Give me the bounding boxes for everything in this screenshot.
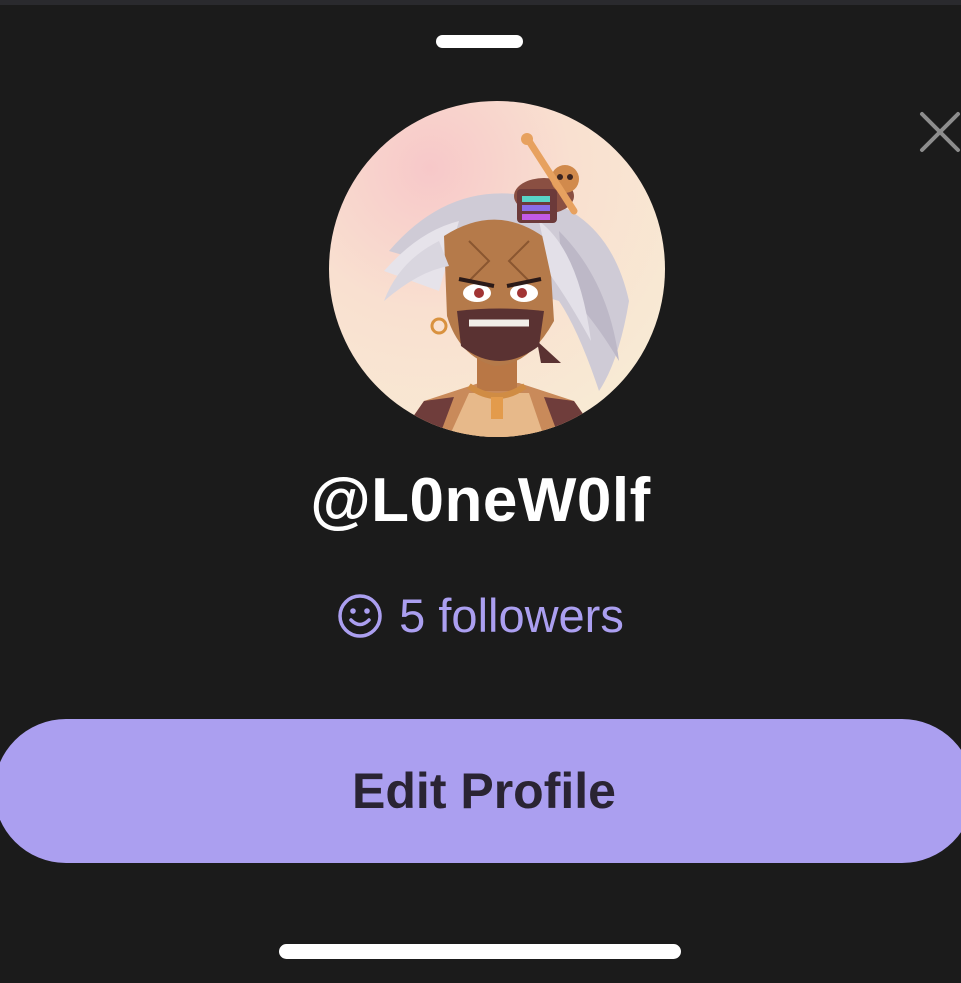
smiley-icon	[338, 593, 382, 638]
close-button[interactable]	[912, 104, 961, 162]
close-icon	[920, 112, 960, 152]
avatar[interactable]	[329, 101, 665, 437]
followers-count[interactable]: 5 followers	[0, 588, 961, 643]
edit-profile-button[interactable]: Edit Profile	[0, 719, 961, 863]
avatar-image	[384, 133, 629, 437]
edit-profile-label: Edit Profile	[352, 763, 616, 819]
followers-label: 5 followers	[399, 589, 624, 642]
username: @L0neW0lf	[310, 466, 651, 535]
home-indicator	[279, 944, 681, 959]
sheet-top-edge	[0, 0, 961, 5]
sheet-grabber[interactable]	[436, 35, 523, 48]
